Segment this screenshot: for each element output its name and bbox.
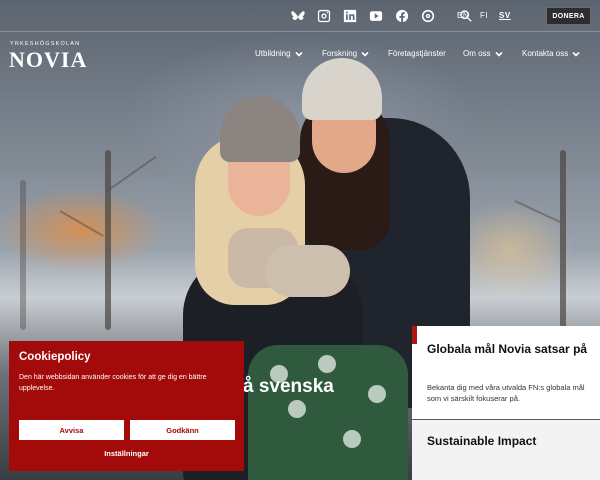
- nav-label: Utbildning: [255, 49, 291, 58]
- sweater-pattern: [318, 355, 336, 373]
- logo-wordmark: NOVIA: [9, 47, 88, 72]
- global-goals-card[interactable]: Globala mål Novia satsar på Bekanta dig …: [412, 326, 600, 419]
- background-branch: [106, 155, 157, 192]
- chevron-down-icon: [494, 50, 503, 58]
- background-branch: [59, 210, 104, 237]
- cookie-title: Cookiepolicy: [19, 351, 91, 363]
- background-tree: [560, 150, 566, 330]
- nav-item-kontakta-oss[interactable]: Kontakta oss: [522, 49, 580, 58]
- instagram-icon[interactable]: [316, 8, 332, 24]
- nav-item-forskning[interactable]: Forskning: [322, 49, 369, 58]
- person-left-beanie: [220, 96, 300, 162]
- card-title: Globala mål Novia satsar på: [427, 342, 588, 356]
- background-branch: [514, 200, 561, 224]
- hero-title: å svenska: [243, 376, 334, 397]
- chevron-down-icon: [361, 50, 369, 58]
- language-sv[interactable]: SV: [499, 11, 511, 20]
- facebook-icon[interactable]: [394, 8, 410, 24]
- top-bar: EN FI SV DONERA: [0, 0, 600, 32]
- social-icons: [290, 8, 474, 24]
- accept-button[interactable]: Godkänn: [130, 420, 235, 440]
- card-title: Sustainable Impact: [427, 434, 537, 448]
- donate-button[interactable]: DONERA: [546, 7, 591, 25]
- nav-item-utbildning[interactable]: Utbildning: [255, 49, 303, 58]
- cookie-settings-button[interactable]: Inställningar: [9, 449, 244, 458]
- nav-item-foretagstjanster[interactable]: Företagstjänster: [388, 49, 446, 58]
- bluesky-icon[interactable]: [290, 8, 306, 24]
- sweater-pattern: [288, 400, 306, 418]
- patterned-sweater: [248, 345, 408, 480]
- sweater-pattern: [343, 430, 361, 448]
- nav-label: Kontakta oss: [522, 49, 569, 58]
- person-right-beanie: [302, 58, 382, 120]
- language-en[interactable]: EN: [457, 11, 469, 20]
- card-accent: [412, 326, 417, 344]
- language-fi[interactable]: FI: [480, 11, 488, 20]
- youtube-icon[interactable]: [368, 8, 384, 24]
- mitten: [265, 245, 350, 297]
- background-tree: [20, 180, 26, 330]
- chevron-down-icon: [295, 50, 303, 58]
- cookie-dialog: Cookiepolicy Den här webbsidan använder …: [9, 341, 244, 471]
- background-tree: [105, 150, 111, 330]
- linkedin-icon[interactable]: [342, 8, 358, 24]
- sustainable-impact-card[interactable]: Sustainable Impact: [412, 420, 600, 480]
- nav-item-om-oss[interactable]: Om oss: [463, 49, 503, 58]
- card-text: Bekanta dig med våra utvalda FN:s global…: [427, 383, 585, 403]
- nav-label: Om oss: [463, 49, 491, 58]
- nav-label: Forskning: [322, 49, 358, 58]
- chevron-down-icon: [572, 50, 580, 58]
- cookie-text: Den här webbsidan använder cookies för a…: [19, 374, 207, 392]
- threads-icon[interactable]: [420, 8, 436, 24]
- nav-label: Företagstjänster: [388, 49, 446, 58]
- sweater-pattern: [368, 385, 386, 403]
- reject-button[interactable]: Avvisa: [19, 420, 124, 440]
